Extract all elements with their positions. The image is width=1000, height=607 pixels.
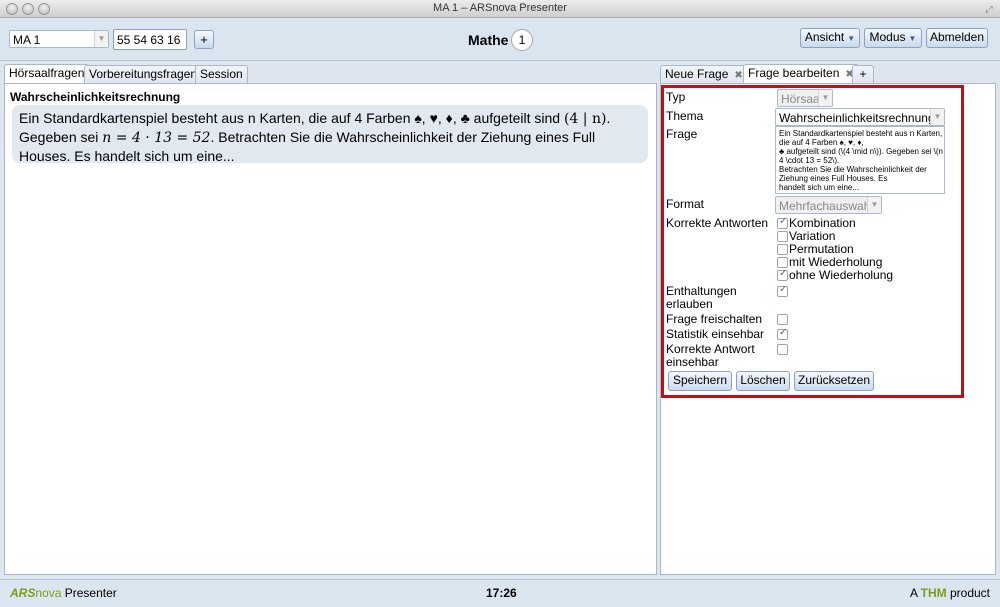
tab-new-question[interactable]: Neue Frage ✖ [660,65,748,84]
close-icon[interactable]: ✖ [734,70,742,81]
answer-label: Kombination [789,216,856,230]
product-suffix: product [946,586,990,600]
reset-button[interactable]: Zurücksetzen [794,371,874,391]
stats-checkbox[interactable] [777,327,788,340]
question-topic-heading: Wahrscheinlichkeitsrechnung [10,90,181,104]
delete-button[interactable]: Löschen [736,371,790,391]
question-bubble[interactable]: Ein Standardkartenspiel besteht aus n Ka… [12,105,648,164]
mode-menu-button[interactable]: Modus ▼ [864,28,922,48]
answer-checkbox-variation[interactable] [777,231,788,242]
question-line: Ziehung eines Full Houses. Es [779,174,888,183]
correct-visible-label-cont: einsehbar [666,355,719,369]
view-menu-button[interactable]: Ansicht ▼ [800,28,860,48]
correct-visible-label: Korrekte Antwort [666,342,755,356]
logo-nova: nova [35,586,62,600]
window-title: MA 1 – ARSnova Presenter [433,2,567,14]
mode-menu-label: Modus [869,30,906,44]
format-label: Format [666,197,705,211]
product-thm: THM [920,586,947,600]
chevron-down-icon: ▼ [847,34,856,43]
chevron-down-icon: ▼ [908,34,917,43]
question-line: die auf 4 Farben ♠, ♥, ♦, [779,138,864,147]
tab-edit-question[interactable]: Frage bearbeiten ✖ [743,64,859,84]
abstain-label: Enthaltungen [666,284,737,298]
question-text-1: Ein Standardkartenspiel besteht aus n Ka… [19,110,564,126]
correct-visible-checkbox[interactable] [777,344,788,355]
thm-product: A THM product [910,586,990,600]
type-label: Typ [666,90,686,104]
online-count-badge: 1 [511,29,533,51]
abstain-checkbox[interactable] [777,284,788,297]
question-line: Ein Standardkartenspiel besteht aus n Ka… [779,129,943,138]
view-menu-label: Ansicht [804,30,845,44]
window-titlebar: MA 1 – ARSnova Presenter ⤢ [0,0,1000,18]
abstain-label-cont: erlauben [666,297,713,311]
chevron-down-icon: ▼ [818,90,832,106]
session-select-value: MA 1 [13,33,41,47]
chevron-down-icon: ▼ [867,197,881,213]
session-key-field[interactable]: 55 54 63 16 [113,29,187,50]
tab-lecture-questions[interactable]: Hörsaalfragen [4,64,90,84]
question-line: ♣ aufgeteilt sind (\(4 \mid n\)). Gegebe… [779,147,945,156]
product-prefix: A [909,586,921,600]
topic-select-value: Wahrscheinlichkeitsrechnung [779,111,935,125]
status-bar: ARSnova Presenter 17:26 A THM product [0,579,1000,607]
answer-label: ohne Wiederholung [789,268,894,282]
chevron-down-icon[interactable]: ▼ [930,109,944,125]
arsnova-logo: ARSnova Presenter [10,586,117,600]
stats-label: Statistik einsehbar [666,327,765,341]
add-session-button[interactable]: + [194,30,214,49]
type-select-value: Hörsaal [781,92,823,106]
tab-new-question-label: Neue Frage [665,67,729,81]
session-key-value: 55 54 63 16 [117,33,181,47]
topic-label: Thema [666,109,704,123]
chevron-down-icon[interactable]: ▼ [94,31,108,47]
type-select: Hörsaal ▼ [777,89,833,107]
format-select: Mehrfachauswahl ▼ [775,196,882,214]
logout-button[interactable]: Abmelden [926,28,988,48]
question-line: handelt sich um eine... [779,183,860,192]
question-math-2: n = 4 · 13 = 52 [102,130,211,146]
answer-checkbox-kombination[interactable] [777,216,788,229]
unlock-label: Frage freischalten [666,312,763,326]
question-line: Betrachten Sie die Wahrscheinlichkeit de… [779,165,927,174]
answer-label: Variation [789,229,836,243]
add-tab-button[interactable]: + [852,65,874,84]
tab-edit-question-label: Frage bearbeiten [748,66,840,80]
fullscreen-icon[interactable]: ⤢ [984,4,994,14]
logo-presenter: Presenter [64,586,117,600]
answer-label: mit Wiederholung [789,255,883,269]
question-label: Frage [666,127,698,141]
answer-label: Permutation [789,242,854,256]
topic-select[interactable]: Wahrscheinlichkeitsrechnung ▼ [775,108,945,126]
session-select[interactable]: MA 1 ▼ [9,30,109,48]
answer-checkbox-mit-wiederholung[interactable] [777,257,788,268]
main-toolbar: MA 1 ▼ 55 54 63 16 + Mathe 1 Ansicht ▼ Mo… [0,19,1000,61]
course-name: Mathe [468,32,509,48]
tab-preparation-questions[interactable]: Vorbereitungsfragen [84,65,203,84]
answer-checkbox-ohne-wiederholung[interactable] [777,268,788,281]
answer-checkbox-permutation[interactable] [777,244,788,255]
correct-answers-label: Korrekte Antworten [666,216,769,230]
unlock-checkbox[interactable] [777,314,788,325]
question-line: 4 \cdot 13 = 52\). [779,156,840,165]
question-textarea[interactable]: Ein Standardkartenspiel besteht aus n Ka… [775,126,945,194]
logo-ars: ARS [10,586,36,600]
tab-session[interactable]: Session [195,65,248,84]
save-button[interactable]: Speichern [668,371,732,391]
question-math-1: (4 | n) [563,111,607,127]
format-select-value: Mehrfachauswahl [779,199,874,213]
clock: 17:26 [486,586,517,600]
